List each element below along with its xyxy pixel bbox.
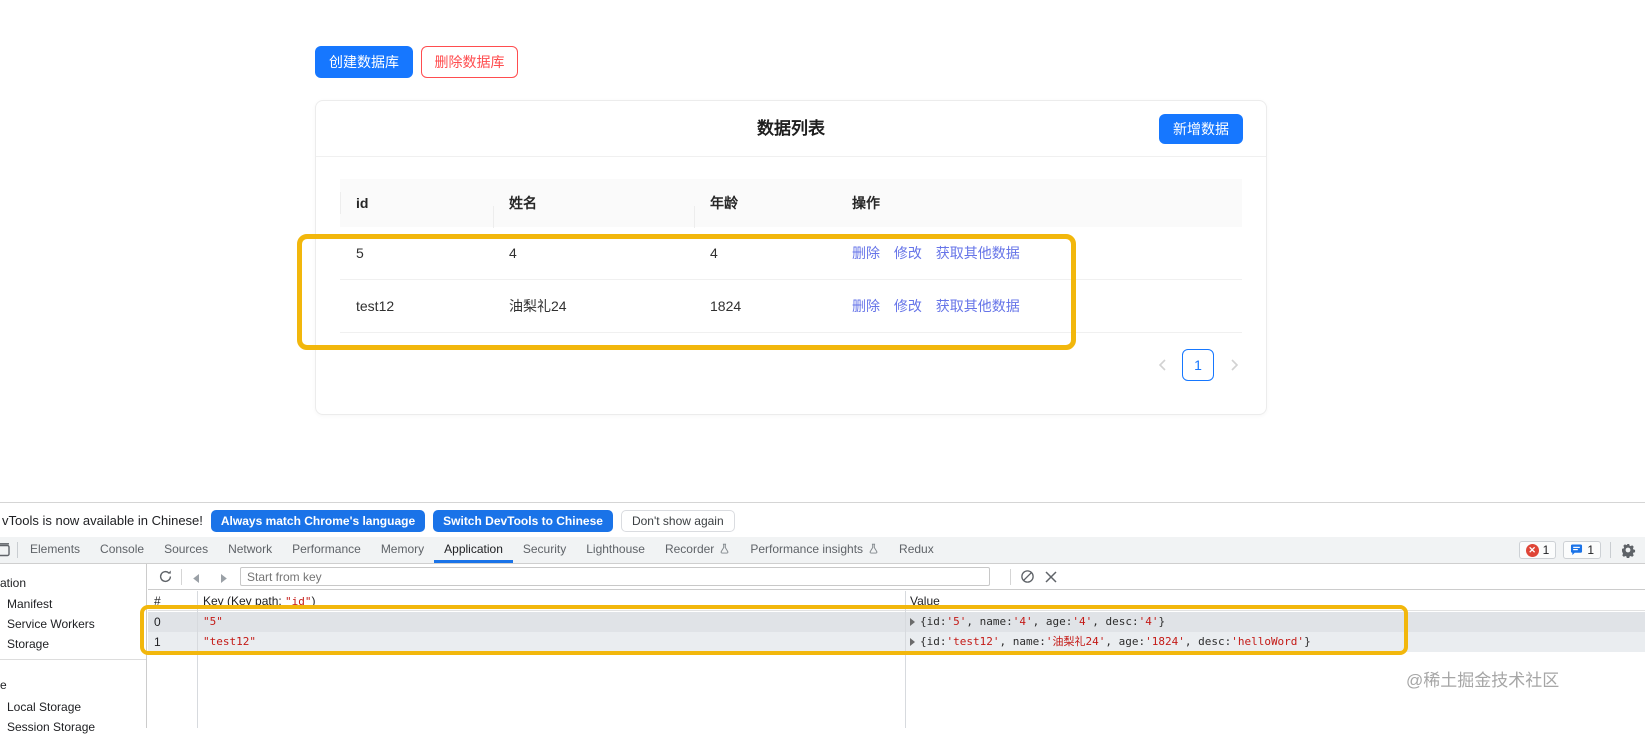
sidebar-item-storage[interactable]: Storage	[7, 635, 49, 653]
divider	[17, 542, 18, 558]
infobar-message: vTools is now available in Chinese!	[2, 513, 203, 528]
data-table: id 姓名 年龄 操作 5 4 4 删除 修改 获取其他数据 test12 油梨…	[340, 179, 1242, 333]
tab-performance[interactable]: Performance	[282, 537, 371, 563]
tab-console[interactable]: Console	[90, 537, 154, 563]
dont-show-again-button[interactable]: Don't show again	[620, 509, 735, 532]
col-header-value: Value	[910, 594, 940, 608]
tab-application[interactable]: Application	[434, 537, 513, 563]
tab-redux[interactable]: Redux	[889, 537, 944, 563]
tab-sources[interactable]: Sources	[154, 537, 218, 563]
next-page-icon[interactable]	[220, 571, 228, 589]
expand-triangle-icon[interactable]	[910, 618, 915, 626]
table-row: test12 油梨礼24 1824 删除 修改 获取其他数据	[340, 280, 1242, 333]
table-header-row: id 姓名 年龄 操作	[340, 179, 1242, 228]
divider	[1610, 542, 1611, 558]
col-header-index: #	[154, 594, 161, 608]
datagrid-row[interactable]: 1 "test12" {id: 'test12', name: '油梨礼24',…	[148, 632, 1645, 652]
start-from-key-input[interactable]	[240, 567, 990, 586]
datagrid-header: # Key (Key path: "id") Value	[148, 591, 1645, 611]
always-match-language-button[interactable]: Always match Chrome's language	[210, 509, 426, 532]
col-header-name: 姓名	[493, 193, 694, 228]
column-divider[interactable]	[905, 591, 906, 728]
switch-devtools-chinese-button[interactable]: Switch DevTools to Chinese	[433, 509, 613, 532]
pagination-next-icon[interactable]	[1226, 349, 1242, 381]
tab-network[interactable]: Network	[218, 537, 282, 563]
clear-object-store-icon[interactable]	[1020, 569, 1035, 589]
expand-triangle-icon[interactable]	[910, 638, 915, 646]
column-divider[interactable]	[197, 591, 198, 728]
sidebar-item-local-storage[interactable]: Local Storage	[7, 698, 81, 716]
settings-gear-icon[interactable]	[1620, 542, 1636, 558]
delete-row-link[interactable]: 删除	[852, 298, 880, 314]
sidebar-separator	[0, 659, 146, 660]
sidebar-item-session-storage[interactable]: Session Storage	[7, 718, 95, 736]
sidebar-item-service-workers[interactable]: Service Workers	[7, 615, 95, 633]
col-header-id: id	[356, 195, 369, 211]
edit-row-link[interactable]: 修改	[894, 245, 922, 261]
indexeddb-datastore-view: # Key (Key path: "id") Value 0 "5" {id: …	[148, 564, 1645, 728]
card-header: 数据列表 新增数据	[316, 101, 1266, 157]
tab-elements[interactable]: Elements	[20, 537, 90, 563]
cell-age: 1824	[710, 298, 742, 314]
datagrid-row[interactable]: 0 "5" {id: '5', name: '4', age: '4', des…	[148, 612, 1645, 632]
device-toolbar-icon[interactable]	[0, 537, 15, 563]
delete-selected-icon[interactable]	[1045, 570, 1057, 588]
sidebar-item-manifest[interactable]: Manifest	[7, 595, 52, 613]
card-title: 数据列表	[757, 119, 825, 138]
application-panel: ation Manifest Service Workers Storage e…	[0, 564, 1645, 734]
previous-page-icon[interactable]	[192, 571, 200, 589]
cell-name: 油梨礼24	[509, 298, 567, 314]
pagination: 1	[1154, 349, 1242, 381]
message-bubble-icon	[1571, 544, 1583, 556]
data-list-card: 数据列表 新增数据 id 姓名 年龄 操作 5 4 4 删除 修改 获取其他数据…	[315, 100, 1267, 415]
edit-row-link[interactable]: 修改	[894, 298, 922, 314]
sidebar-section-storage[interactable]: e	[0, 676, 7, 694]
delete-row-link[interactable]: 删除	[852, 245, 880, 261]
error-count-badge[interactable]: ✕ 1	[1518, 541, 1557, 559]
cell-id: 5	[356, 245, 364, 261]
watermark: @稀土掘金技术社区	[1406, 671, 1560, 690]
tab-memory[interactable]: Memory	[371, 537, 434, 563]
tab-lighthouse[interactable]: Lighthouse	[576, 537, 655, 563]
create-database-button[interactable]: 创建数据库	[315, 46, 413, 78]
devtools-tabbar: Elements Console Sources Network Perform…	[0, 537, 1645, 564]
table-row: 5 4 4 删除 修改 获取其他数据	[340, 227, 1242, 280]
application-sidebar: ation Manifest Service Workers Storage e…	[0, 564, 147, 734]
refresh-icon[interactable]	[158, 569, 173, 589]
cell-name: 4	[509, 245, 517, 261]
col-header-age: 年龄	[694, 193, 836, 228]
tab-recorder[interactable]: Recorder	[655, 537, 740, 563]
pagination-page-1[interactable]: 1	[1182, 349, 1214, 381]
divider	[181, 569, 182, 585]
col-header-key: Key (Key path: "id")	[203, 594, 316, 608]
pagination-prev-icon[interactable]	[1154, 349, 1170, 381]
tab-performance-insights[interactable]: Performance insights	[740, 537, 889, 563]
col-header-ops: 操作	[836, 193, 1242, 213]
experiment-flask-icon	[720, 543, 729, 554]
devtools-infobar: vTools is now available in Chinese! Alwa…	[0, 504, 1645, 537]
issues-count-badge[interactable]: 1	[1563, 541, 1601, 559]
cell-id: test12	[356, 298, 395, 314]
error-icon: ✕	[1525, 543, 1539, 557]
delete-database-button[interactable]: 删除数据库	[421, 46, 518, 78]
experiment-flask-icon	[869, 543, 878, 554]
divider	[1010, 569, 1011, 585]
get-other-data-link[interactable]: 获取其他数据	[936, 298, 1020, 314]
tab-security[interactable]: Security	[513, 537, 576, 563]
cell-age: 4	[710, 245, 718, 261]
add-data-button[interactable]: 新增数据	[1159, 114, 1243, 144]
datastore-toolbar	[148, 564, 1645, 590]
get-other-data-link[interactable]: 获取其他数据	[936, 245, 1020, 261]
devtools-panel: vTools is now available in Chinese! Alwa…	[0, 502, 1645, 734]
sidebar-section-application[interactable]: ation	[0, 574, 26, 592]
